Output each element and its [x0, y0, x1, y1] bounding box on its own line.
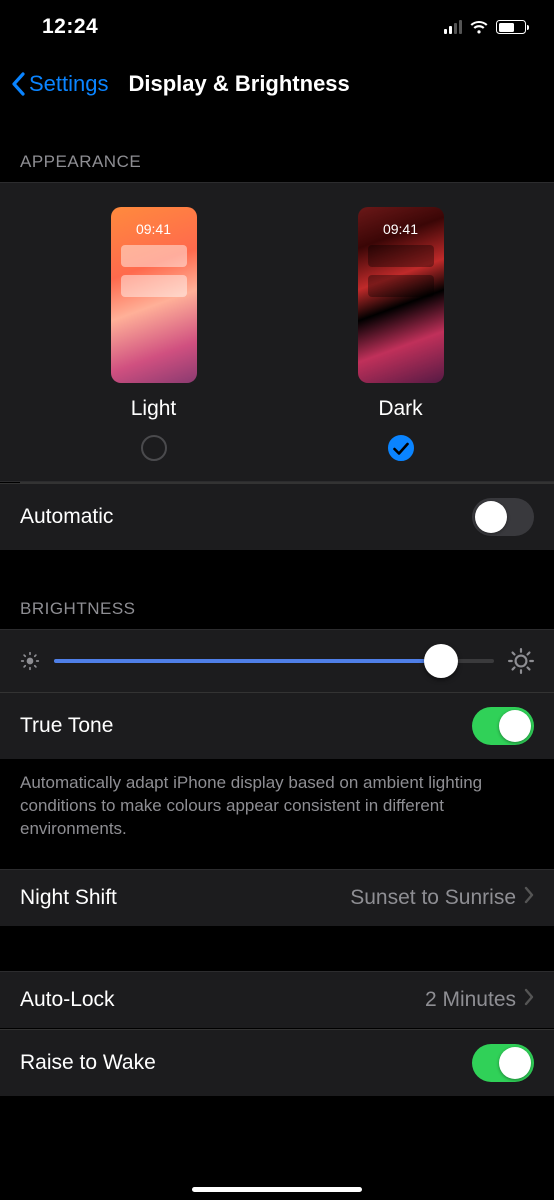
truetone-toggle[interactable]: [472, 707, 534, 745]
brightness-slider[interactable]: [54, 659, 494, 663]
dark-mode-label: Dark: [378, 397, 422, 421]
status-bar: 12:24: [0, 0, 554, 54]
appearance-section-header: Appearance: [0, 114, 554, 182]
sun-large-icon: [508, 648, 534, 674]
wifi-icon: [469, 20, 489, 35]
chevron-left-icon: [10, 72, 26, 96]
dark-mode-radio[interactable]: [388, 435, 414, 461]
light-mode-radio[interactable]: [141, 435, 167, 461]
status-icons: [444, 20, 527, 35]
truetone-footer: Automatically adapt iPhone display based…: [0, 760, 554, 869]
chevron-right-icon: [524, 886, 534, 910]
back-label: Settings: [29, 71, 109, 97]
dark-mode-preview: 09:41: [358, 207, 444, 383]
raise-to-wake-row: Raise to Wake: [0, 1029, 554, 1097]
back-button[interactable]: Settings: [10, 71, 109, 97]
truetone-row: True Tone: [0, 692, 554, 760]
raise-to-wake-toggle[interactable]: [472, 1044, 534, 1082]
night-shift-detail: Sunset to Sunrise: [350, 886, 516, 910]
nav-bar: Settings Display & Brightness: [0, 54, 554, 114]
auto-lock-label: Auto-Lock: [20, 988, 425, 1012]
brightness-thumb[interactable]: [424, 644, 458, 678]
light-mode-label: Light: [131, 397, 177, 421]
page-title: Display & Brightness: [109, 71, 545, 97]
cellular-icon: [444, 20, 463, 34]
brightness-slider-row: [0, 629, 554, 692]
automatic-row: Automatic: [0, 483, 554, 551]
chevron-right-icon: [524, 988, 534, 1012]
home-indicator[interactable]: [192, 1187, 362, 1192]
truetone-label: True Tone: [20, 714, 472, 738]
brightness-section-header: Brightness: [0, 551, 554, 629]
automatic-toggle[interactable]: [472, 498, 534, 536]
appearance-mode-dark[interactable]: 09:41 Dark: [358, 207, 444, 461]
night-shift-label: Night Shift: [20, 886, 350, 910]
night-shift-row[interactable]: Night Shift Sunset to Sunrise: [0, 869, 554, 927]
battery-icon: [496, 20, 526, 34]
status-time: 12:24: [42, 15, 98, 39]
appearance-group: 09:41 Light 09:41 Dark: [0, 182, 554, 482]
brightness-fill: [54, 659, 441, 663]
auto-lock-detail: 2 Minutes: [425, 988, 516, 1012]
raise-to-wake-label: Raise to Wake: [20, 1051, 472, 1075]
automatic-label: Automatic: [20, 505, 472, 529]
auto-lock-row[interactable]: Auto-Lock 2 Minutes: [0, 971, 554, 1029]
appearance-mode-light[interactable]: 09:41 Light: [111, 207, 197, 461]
sun-small-icon: [20, 651, 40, 671]
light-mode-preview: 09:41: [111, 207, 197, 383]
